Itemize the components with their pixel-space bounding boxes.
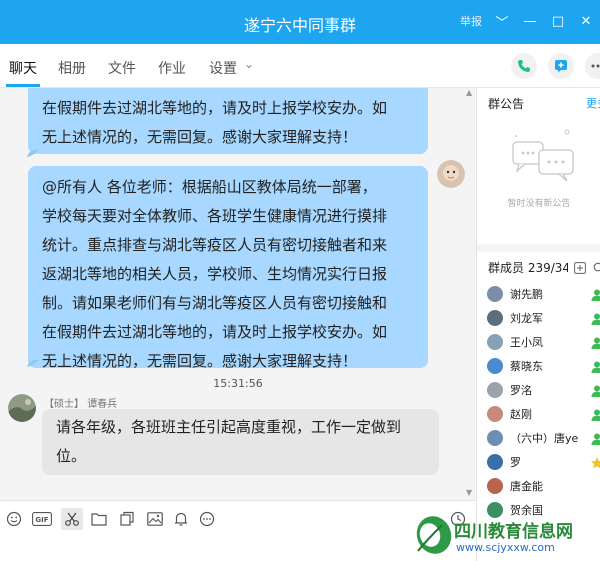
sender-info: 【硕士】 谭春兵 xyxy=(44,395,117,410)
avatar[interactable] xyxy=(437,160,465,188)
member-avatar xyxy=(487,406,503,422)
message-line: 请各年级，各班班主任引起高度重视，工作一定做到 xyxy=(56,418,402,436)
member-item[interactable]: 蔡晓东 xyxy=(487,356,543,376)
message-line: @所有人 各位老师：根据船山区教体局统一部署， xyxy=(42,178,377,196)
active-tab-indicator xyxy=(6,84,40,87)
member-name: 谢先鹏 xyxy=(510,288,543,301)
site-watermark: 四川教育信息网 www.scjyxxw.com xyxy=(404,505,600,561)
site-logo-icon xyxy=(416,516,452,554)
members-title: 群成员 239/346 xyxy=(488,261,568,275)
member-name: 刘龙军 xyxy=(510,312,543,325)
member-item[interactable]: 赵刚 xyxy=(487,404,532,424)
member-avatar xyxy=(487,310,503,326)
member-name: 赵刚 xyxy=(510,408,532,421)
message-bubble[interactable]: 请各年级，各班班主任引起高度重视，工作一定做到 位。 xyxy=(42,409,439,475)
phone-icon[interactable] xyxy=(511,53,537,79)
message-line: 无上述情况的，无需回复。感谢大家理解支持！ xyxy=(42,128,358,146)
admin-icon xyxy=(590,407,600,421)
add-app-icon[interactable] xyxy=(548,53,574,79)
chevron-down-icon[interactable]: ⌄ xyxy=(244,57,254,71)
message-line: 学校每天要对全体教师、各班学生健康情况进行摸排 xyxy=(42,207,388,225)
tab-album[interactable]: 相册 xyxy=(58,58,86,78)
member-avatar xyxy=(487,454,503,470)
announcement-empty-text: 暂时没有新公告 xyxy=(507,199,571,209)
member-name: 罗 xyxy=(510,456,521,469)
message-timestamp: 15:31:56 xyxy=(213,377,263,390)
admin-icon xyxy=(590,359,600,373)
message-line: 返湖北等地的相关人员，学校师、生均情况实行日报 xyxy=(42,265,388,283)
sidebar-divider xyxy=(477,244,600,252)
admin-icon xyxy=(590,383,600,397)
member-name: 罗洺 xyxy=(510,384,532,397)
member-item[interactable]: 罗洺 xyxy=(487,380,532,400)
report-button[interactable]: 举报 xyxy=(460,13,482,29)
avatar[interactable] xyxy=(8,394,36,422)
announcement-title: 群公告 xyxy=(488,97,525,111)
bubble-leaf-decoration xyxy=(27,359,39,367)
files-icon[interactable] xyxy=(117,509,137,529)
screenshot-scissors-icon[interactable] xyxy=(61,508,83,530)
star-icon xyxy=(590,455,600,469)
minimize-icon[interactable]: — xyxy=(522,13,538,29)
emoji-icon[interactable] xyxy=(4,509,24,529)
member-name: 蔡晓东 xyxy=(510,360,543,373)
message-line: 位。 xyxy=(56,447,87,465)
folder-icon[interactable] xyxy=(89,509,109,529)
message-line: 统计。重点排查与湖北等疫区人员有密切接触者和来 xyxy=(42,236,388,254)
window-controls: 举报 ﹀ — □ ✕ xyxy=(460,13,594,31)
invite-member-icon[interactable] xyxy=(574,259,586,278)
bell-icon[interactable] xyxy=(171,509,191,529)
member-avatar xyxy=(487,286,503,302)
svg-text:GIF: GIF xyxy=(35,516,48,524)
watermark-url: www.scjyxxw.com xyxy=(456,541,555,554)
member-avatar xyxy=(487,382,503,398)
member-item[interactable]: 谢先鹏 xyxy=(487,284,543,304)
more-icon[interactable] xyxy=(585,53,600,79)
announcement-more-link[interactable]: 更多 xyxy=(586,95,600,111)
member-item[interactable]: 刘龙军 xyxy=(487,308,543,328)
member-avatar xyxy=(487,334,503,350)
member-item[interactable]: 唐金能 xyxy=(487,476,543,496)
member-avatar xyxy=(487,430,503,446)
admin-icon xyxy=(590,311,600,325)
maximize-icon[interactable]: □ xyxy=(550,13,566,29)
more-tools-icon[interactable] xyxy=(197,509,217,529)
message-bubble[interactable]: 在假期件去过湖北等地的，请及时上报学校安办。如 无上述情况的，无需回复。感谢大家… xyxy=(28,88,428,154)
member-name: 王小凤 xyxy=(510,336,543,349)
tab-chat[interactable]: 聊天 xyxy=(9,58,37,78)
admin-icon xyxy=(590,431,600,445)
search-icon[interactable] xyxy=(593,259,600,278)
message-line: 在假期件去过湖北等地的，请及时上报学校安办。如 xyxy=(42,323,388,341)
member-name: （六中）唐ye xyxy=(510,432,579,445)
close-icon[interactable]: ✕ xyxy=(578,13,594,29)
admin-icon xyxy=(590,335,600,349)
title-bar: 遂宁六中同事群 举报 ﹀ — □ ✕ xyxy=(0,0,600,44)
scroll-down-icon[interactable]: ▼ xyxy=(466,488,472,497)
tab-homework[interactable]: 作业 xyxy=(158,58,186,78)
empty-announcement-icon xyxy=(512,129,574,182)
tab-settings[interactable]: 设置 xyxy=(209,58,237,78)
message-line: 制。请如果老师们有与湖北等疫区人员有密切接触和 xyxy=(42,294,388,312)
member-item[interactable]: 王小凤 xyxy=(487,332,543,352)
message-line: 在假期件去过湖北等地的，请及时上报学校安办。如 xyxy=(42,99,388,117)
collapse-icon[interactable]: ﹀ xyxy=(494,13,510,31)
message-bubble[interactable]: @所有人 各位老师：根据船山区教体局统一部署， 学校每天要对全体教师、各班学生健… xyxy=(28,166,428,370)
image-icon[interactable] xyxy=(145,509,165,529)
group-sidebar: 群公告 更多 暂时没有新公告 群成员 239/346 谢先鹏刘龙军王小凤蔡晓东罗… xyxy=(476,88,600,561)
member-avatar xyxy=(487,358,503,374)
scroll-up-icon[interactable]: ▲ xyxy=(466,88,472,97)
watermark-site-name: 四川教育信息网 xyxy=(454,522,573,542)
admin-icon xyxy=(590,287,600,301)
message-line: 无上述情况的，无需回复。感谢大家理解支持！ xyxy=(42,352,358,370)
gif-icon[interactable]: GIF xyxy=(31,509,53,529)
member-item[interactable]: 罗 xyxy=(487,452,521,472)
member-avatar xyxy=(487,478,503,494)
chat-history[interactable]: 在假期件去过湖北等地的，请及时上报学校安办。如 无上述情况的，无需回复。感谢大家… xyxy=(0,88,476,500)
tab-files[interactable]: 文件 xyxy=(108,58,136,78)
tab-bar: 聊天 相册 文件 作业 设置 ⌄ xyxy=(0,44,600,88)
member-name: 唐金能 xyxy=(510,480,543,493)
member-item[interactable]: （六中）唐ye xyxy=(487,428,578,448)
bubble-leaf-decoration xyxy=(27,149,39,157)
